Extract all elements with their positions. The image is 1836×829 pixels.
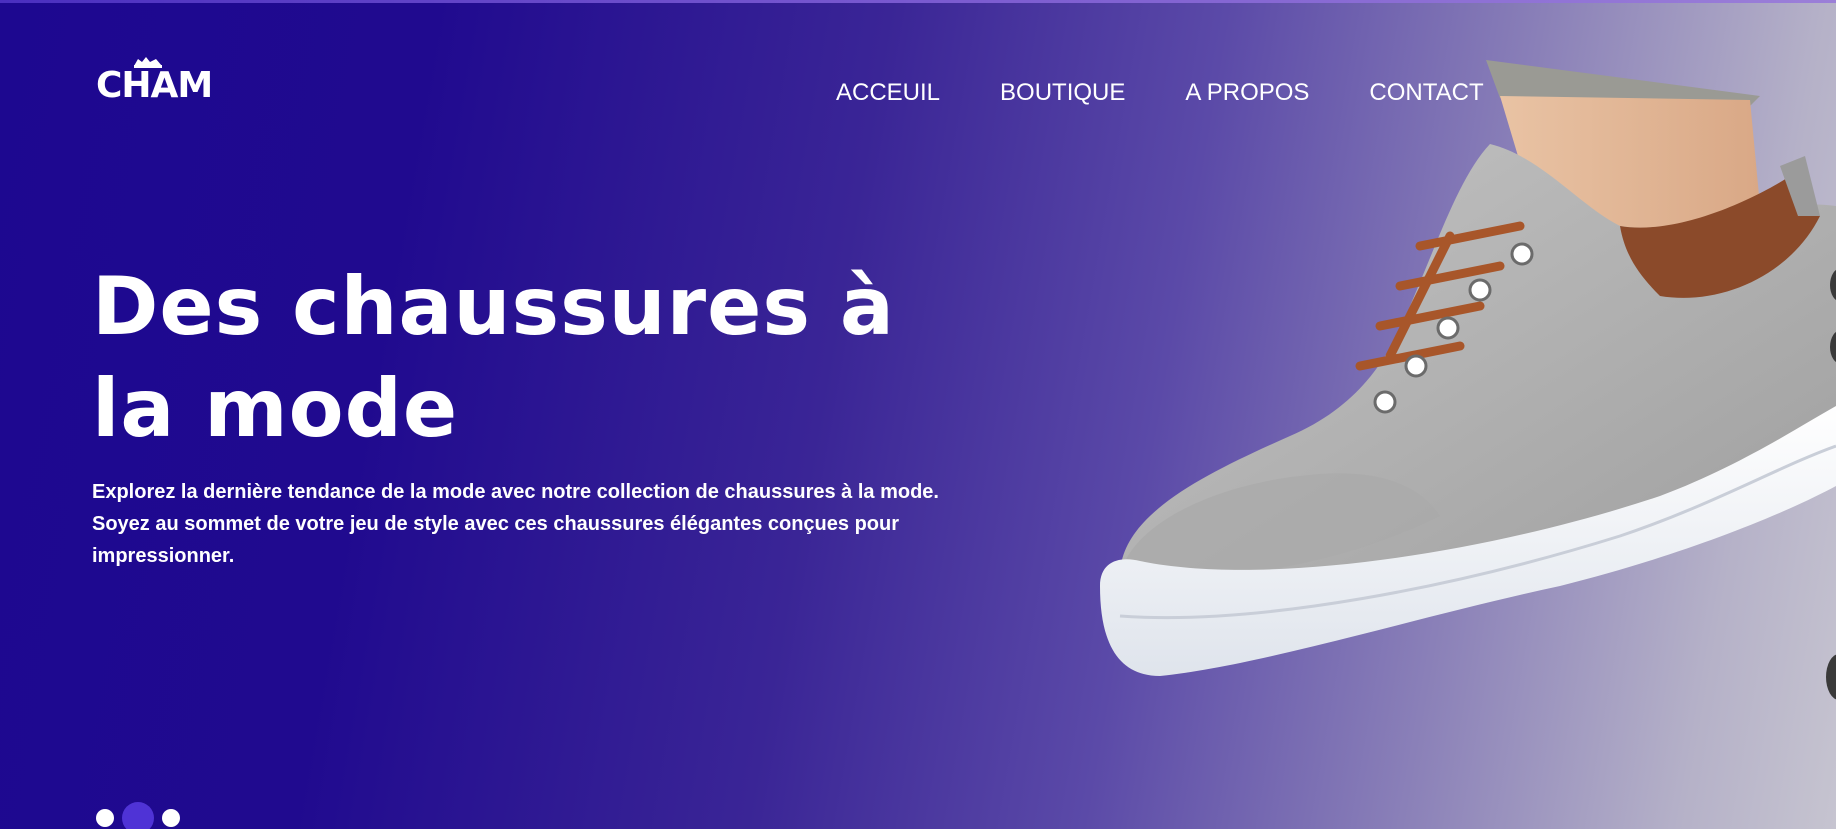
- hero-headline: Des chaussures à la mode: [92, 260, 895, 455]
- top-accent-line: [0, 0, 1836, 3]
- nav-item-acceuil[interactable]: ACCEUIL: [836, 78, 940, 108]
- sneaker-image: [1100, 60, 1836, 676]
- slider-dots: [96, 802, 188, 829]
- hero-description: Explorez la dernière tendance de la mode…: [92, 481, 939, 567]
- brand-logo[interactable]: CHAM: [96, 52, 213, 108]
- hero-section: CHAM ACCEUIL BOUTIQUE A PROPOS CONTACT D…: [0, 0, 1836, 829]
- slider-dot-2-active[interactable]: [122, 802, 154, 829]
- slider-dot-3[interactable]: [162, 809, 180, 827]
- slider-dot-1[interactable]: [96, 809, 114, 827]
- logo-text: CHAM: [96, 65, 213, 106]
